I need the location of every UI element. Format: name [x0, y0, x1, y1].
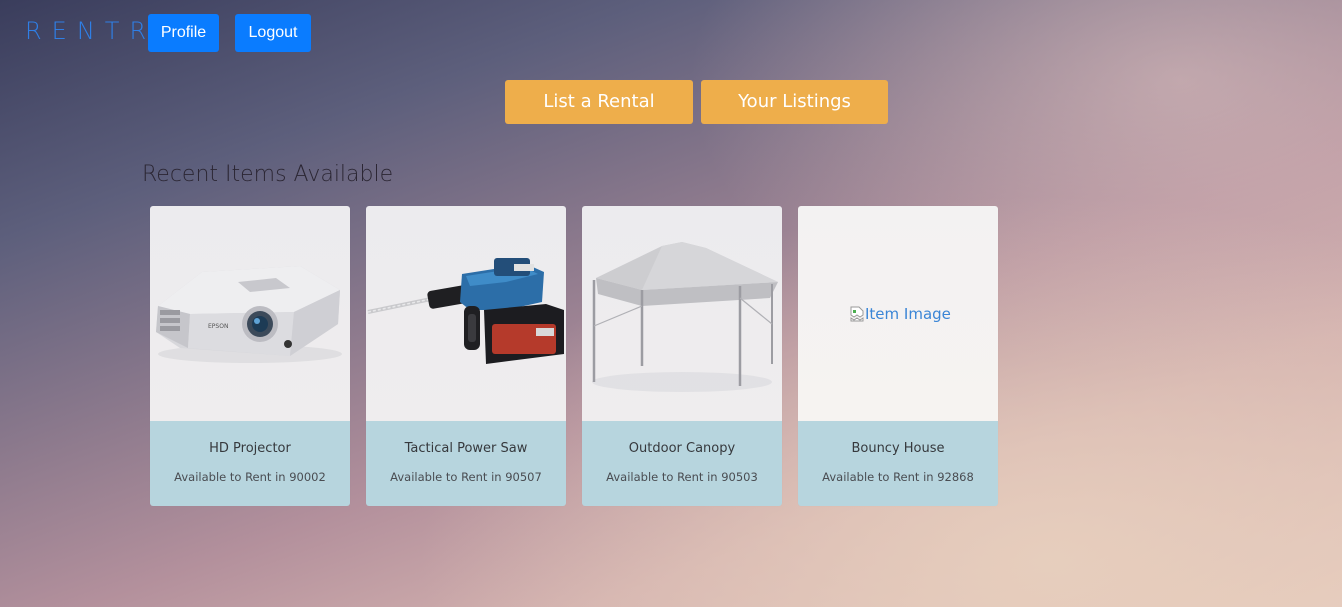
broken-image-alt-text: Item Image — [865, 305, 951, 323]
item-card-bouncy-house[interactable]: Item Image Bouncy House Available to Ren… — [798, 206, 998, 506]
item-location: Available to Rent in 92868 — [822, 470, 974, 484]
logout-button[interactable]: Logout — [235, 14, 311, 52]
item-title: HD Projector — [209, 441, 291, 456]
list-rental-button[interactable]: List a Rental — [505, 80, 693, 124]
canopy-tent-image[interactable] — [582, 206, 782, 421]
item-location: Available to Rent in 90503 — [606, 470, 758, 484]
card-body: Outdoor Canopy Available to Rent in 9050… — [582, 421, 782, 506]
logo[interactable]: RENTR — [25, 14, 156, 48]
broken-image[interactable]: Item Image — [798, 206, 998, 421]
card-body: HD Projector Available to Rent in 90002 — [150, 421, 350, 506]
section-title: Recent Items Available — [142, 162, 394, 187]
item-title: Tactical Power Saw — [404, 441, 528, 456]
item-location: Available to Rent in 90002 — [174, 470, 326, 484]
broken-image-icon — [850, 306, 864, 322]
item-title: Outdoor Canopy — [628, 441, 736, 456]
item-title: Bouncy House — [851, 441, 945, 456]
your-listings-button[interactable]: Your Listings — [701, 80, 888, 124]
power-drill-image[interactable] — [366, 206, 566, 421]
svg-text:EPSON: EPSON — [208, 323, 228, 330]
projector-image[interactable]: EPSON — [150, 206, 350, 421]
card-body: Bouncy House Available to Rent in 92868 — [798, 421, 998, 506]
broken-image-placeholder: Item Image — [850, 305, 951, 323]
card-body: Tactical Power Saw Available to Rent in … — [366, 421, 566, 506]
item-card-outdoor-canopy[interactable]: Outdoor Canopy Available to Rent in 9050… — [582, 206, 782, 506]
item-location: Available to Rent in 90507 — [390, 470, 542, 484]
profile-button[interactable]: Profile — [148, 14, 219, 52]
item-card-hd-projector[interactable]: EPSON HD Projector Available to Rent in … — [150, 206, 350, 506]
item-card-tactical-power-saw[interactable]: Tactical Power Saw Available to Rent in … — [366, 206, 566, 506]
